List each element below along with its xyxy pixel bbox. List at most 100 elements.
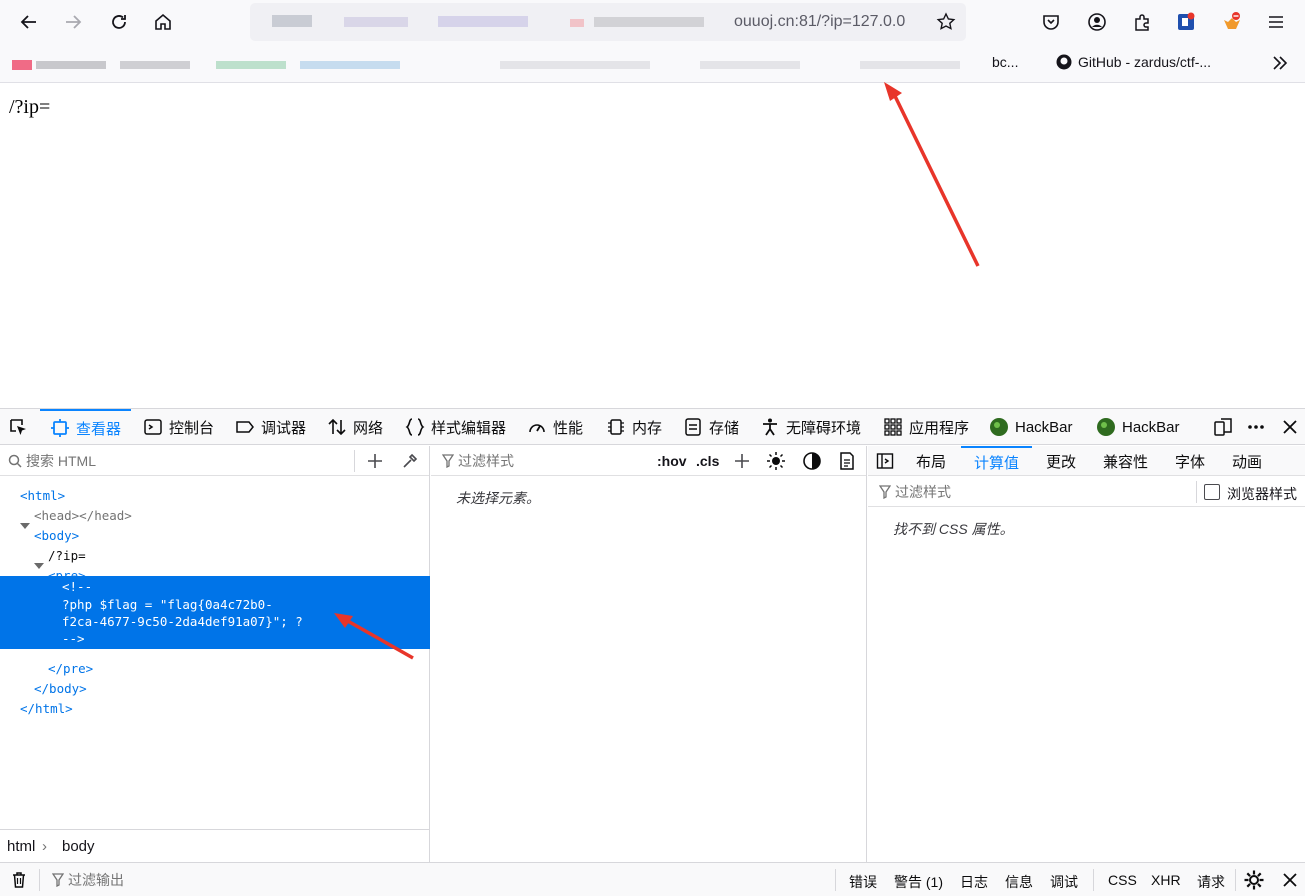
filter-info[interactable]: 信息	[1005, 872, 1033, 892]
markup-pane: <html> <head></head> <body> /?ip= <pre> …	[0, 446, 430, 862]
settings-gear-icon[interactable]	[1243, 869, 1265, 891]
tab-compatibility[interactable]: 兼容性	[1103, 446, 1148, 476]
account-icon[interactable]	[1081, 6, 1113, 38]
tree-html-close[interactable]: </html>	[20, 699, 73, 719]
breadcrumb-separator-icon: ›	[42, 838, 47, 855]
search-icon	[8, 454, 22, 468]
print-media-icon[interactable]	[837, 451, 857, 471]
filter-warnings[interactable]: 警告 (1)	[894, 872, 943, 892]
tab-console[interactable]: 控制台	[143, 409, 214, 445]
tab-application[interactable]: 应用程序	[883, 409, 969, 445]
selected-comment-node[interactable]: <!-- ?php $flag = "flag{0a4c72b0- f2ca-4…	[0, 576, 430, 649]
filter-icon	[879, 485, 891, 499]
no-css-properties: 找不到 CSS 属性。	[893, 521, 1014, 537]
filter-requests[interactable]: 请求	[1197, 872, 1225, 892]
toggle-sidebar-icon[interactable]	[876, 452, 894, 470]
tab-label: 样式编辑器	[431, 419, 507, 437]
filter-xhr[interactable]: XHR	[1151, 872, 1181, 888]
tab-accessibility[interactable]: 无障碍环境	[760, 409, 861, 445]
tab-computed[interactable]: 计算值	[961, 446, 1033, 476]
hov-toggle[interactable]: :hov	[657, 453, 687, 469]
tab-hackbar-1[interactable]: HackBar	[989, 409, 1073, 445]
bookmark-item[interactable]: bc...	[992, 54, 1018, 70]
page-body-text: /?ip=	[9, 96, 51, 118]
light-scheme-icon[interactable]	[766, 451, 786, 471]
tree-html-open[interactable]: <html>	[20, 486, 65, 506]
responsive-design-icon[interactable]	[1213, 409, 1233, 445]
side-tabbar: 布局 计算值 更改 兼容性 字体 动画	[868, 446, 1305, 476]
expand-toggle-icon[interactable]	[20, 523, 30, 529]
split-console-bar: 错误 警告 (1) 日志 信息 调试 CSS XHR 请求	[0, 862, 1305, 896]
dark-scheme-icon[interactable]	[802, 451, 822, 471]
comment-line: <!--	[62, 579, 93, 594]
filter-errors[interactable]: 错误	[849, 872, 877, 892]
filter-css[interactable]: CSS	[1108, 872, 1137, 888]
bookmark-star-icon[interactable]	[930, 6, 962, 38]
tab-hackbar-2[interactable]: HackBar	[1096, 409, 1180, 445]
pocket-icon[interactable]	[1035, 6, 1067, 38]
tree-body-open[interactable]: <body>	[34, 526, 79, 546]
tab-label: 无障碍环境	[786, 419, 862, 437]
tree-head[interactable]: <head></head>	[34, 506, 132, 526]
tab-label: HackBar	[1122, 418, 1180, 436]
cls-toggle[interactable]: .cls	[696, 453, 719, 469]
rules-pane: :hov .cls 未选择元素。	[431, 446, 867, 862]
comment-line: -->	[62, 631, 85, 646]
tab-memory[interactable]: 内存	[606, 409, 662, 445]
performance-icon	[529, 424, 545, 433]
tab-debugger[interactable]: 调试器	[235, 409, 306, 445]
console-icon	[144, 419, 162, 435]
comment-line: f2ca-4677-9c50-2da4def91a07}"; ?	[62, 614, 303, 629]
tab-inspector[interactable]: 查看器	[40, 409, 132, 445]
more-options-icon[interactable]	[1246, 409, 1266, 445]
forward-icon[interactable]	[57, 6, 89, 38]
tab-layout[interactable]: 布局	[916, 446, 946, 476]
html-search-input[interactable]	[26, 451, 346, 471]
expand-toggle-icon[interactable]	[34, 563, 44, 569]
tab-performance[interactable]: 性能	[527, 409, 583, 445]
fox-extension-icon[interactable]	[1216, 6, 1248, 38]
url-bar[interactable]: ouuoj.cn:81/?ip=127.0.0	[250, 3, 966, 41]
tab-changes[interactable]: 更改	[1046, 446, 1076, 476]
browser-styles-checkbox[interactable]	[1204, 484, 1220, 500]
tab-network[interactable]: 网络	[327, 409, 383, 445]
filter-logs[interactable]: 日志	[960, 872, 988, 892]
tab-animations[interactable]: 动画	[1232, 446, 1262, 476]
trash-icon[interactable]	[10, 871, 28, 889]
eyedropper-icon[interactable]	[401, 452, 419, 470]
bookmark-github[interactable]: GitHub - zardus/ctf-...	[1056, 54, 1211, 70]
console-filter-input[interactable]	[68, 870, 368, 890]
url-redacted	[258, 11, 728, 33]
browser-styles-label: 浏览器样式	[1227, 486, 1297, 502]
add-rule-icon[interactable]	[733, 452, 751, 470]
menu-icon[interactable]	[1260, 6, 1292, 38]
tab-storage[interactable]: 存储	[683, 409, 739, 445]
close-devtools-icon[interactable]	[1280, 409, 1300, 445]
tree-pre-close[interactable]: </pre>	[48, 659, 93, 679]
tab-style-editor[interactable]: 样式编辑器	[405, 409, 506, 445]
tree-body-close[interactable]: </body>	[34, 679, 87, 699]
more-bookmarks-icon[interactable]	[1270, 53, 1290, 78]
back-icon[interactable]	[13, 6, 45, 38]
element-picker-icon[interactable]	[8, 409, 28, 445]
computed-filter-bar: 浏览器样式	[868, 477, 1305, 507]
close-console-icon[interactable]	[1281, 871, 1299, 889]
reload-icon[interactable]	[103, 6, 135, 38]
home-icon[interactable]	[147, 6, 179, 38]
tab-label: 应用程序	[909, 419, 970, 437]
bookmark-label: GitHub - zardus/ctf-...	[1078, 54, 1212, 70]
rules-filter-input[interactable]	[458, 451, 638, 471]
bookmarks-toolbar: bc... GitHub - zardus/ctf-...	[0, 44, 1305, 83]
add-node-icon[interactable]	[366, 452, 384, 470]
application-grid-icon	[884, 418, 902, 436]
tab-fonts[interactable]: 字体	[1175, 446, 1205, 476]
breadcrumb-html[interactable]: html	[7, 838, 35, 855]
tab-label: 存储	[709, 419, 740, 437]
tree-text-node[interactable]: /?ip=	[48, 546, 86, 566]
breadcrumb-body[interactable]: body	[62, 838, 95, 855]
computed-filter-input[interactable]	[895, 482, 1095, 502]
filter-debug[interactable]: 调试	[1050, 872, 1078, 892]
extensions-icon[interactable]	[1126, 6, 1158, 38]
html-search-bar	[0, 446, 429, 476]
extension-badge-icon[interactable]	[1170, 6, 1202, 38]
